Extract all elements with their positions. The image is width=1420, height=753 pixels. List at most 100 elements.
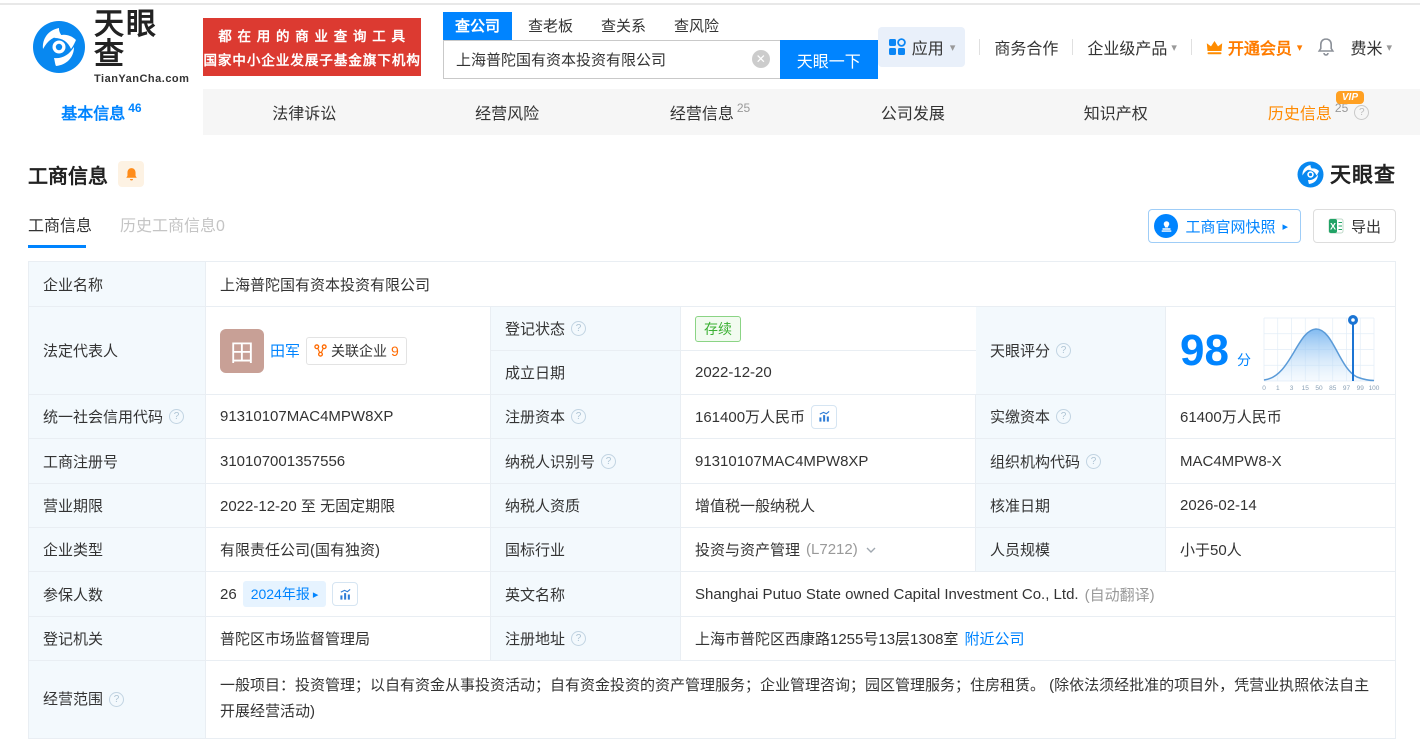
notifications-button[interactable] <box>1316 37 1336 57</box>
crown-icon <box>1206 40 1223 54</box>
establish-date-value: 2022-12-20 <box>681 351 976 395</box>
legal-rep-link[interactable]: 田军 <box>270 340 300 361</box>
chevron-down-icon: ▾ <box>1386 41 1392 54</box>
help-icon[interactable]: ? <box>109 691 125 707</box>
score-value: 98 <box>1180 325 1229 375</box>
site-header: 天眼查 TianYanCha.com 都 在 用 的 商 业 查 询 工 具 国… <box>0 5 1420 89</box>
paid-capital-value: 61400万人民币 <box>1166 395 1395 439</box>
help-icon[interactable]: ? <box>571 631 587 646</box>
apps-menu-button[interactable]: 应用 ▾ <box>877 27 966 67</box>
chevron-down-icon: ▾ <box>949 41 956 54</box>
credit-code-label: 统一社会信用代码? <box>29 395 206 439</box>
help-icon[interactable]: ? <box>169 409 185 424</box>
search-tab-company[interactable]: 查公司 <box>442 12 512 40</box>
search-button[interactable]: 天眼一下 <box>779 40 878 79</box>
help-icon[interactable]: ? <box>1056 409 1072 424</box>
legal-rep-cell: 田 田军 关联企业 9 <box>206 307 491 395</box>
business-term-value: 2022-12-20 至 无固定期限 <box>206 484 491 528</box>
divider <box>1072 39 1074 55</box>
related-companies-badge[interactable]: 关联企业 9 <box>306 336 407 365</box>
reg-number-label: 工商注册号 <box>29 439 206 484</box>
search-tab-boss[interactable]: 查老板 <box>516 12 585 40</box>
tab-business-info[interactable]: 经营信息 25 <box>609 89 812 135</box>
reg-capital-label: 注册资本? <box>491 395 681 439</box>
company-type-label: 企业类型 <box>29 528 206 572</box>
credit-code-value: 91310107MAC4MPW8XP <box>206 395 491 439</box>
bell-icon <box>125 167 137 180</box>
tab-history-info[interactable]: VIP 历史信息 25 ? <box>1217 89 1420 135</box>
business-term-label: 营业期限 <box>29 484 206 528</box>
subtab-business-info[interactable]: 工商信息 <box>28 212 92 248</box>
open-vip-button[interactable]: 开通会员 ▾ <box>1206 35 1302 59</box>
svg-text:15: 15 <box>1302 385 1310 392</box>
nearby-companies-link[interactable]: 附近公司 <box>964 628 1024 649</box>
legal-rep-label: 法定代表人 <box>29 307 206 395</box>
insured-chart-button[interactable] <box>332 582 359 606</box>
tab-basic-info[interactable]: 基本信息 46 <box>0 89 203 135</box>
english-name-label: 英文名称 <box>491 572 681 617</box>
auto-translate-note: (自动翻译) <box>1084 586 1155 604</box>
score-cell: 98 分 0 1 3 15 50 85 97 99 100 <box>1166 307 1395 395</box>
insured-count-value: 26 2024年报 ▸ <box>206 572 491 617</box>
staff-size-label: 人员规模 <box>976 528 1166 572</box>
svg-text:50: 50 <box>1315 385 1323 392</box>
business-scope-label: 经营范围? <box>29 661 206 739</box>
business-info-table: 企业名称 上海普陀国有资本投资有限公司 法定代表人 田 田军 关联企业 9 登记… <box>28 261 1396 739</box>
taxpayer-quality-value: 增值税一般纳税人 <box>681 484 976 528</box>
reg-number-value: 310107001357556 <box>206 439 491 484</box>
svg-text:85: 85 <box>1329 385 1337 392</box>
official-snapshot-button[interactable]: 工商官网快照 ▸ <box>1148 209 1301 243</box>
svg-text:97: 97 <box>1343 385 1351 392</box>
vip-badge: VIP <box>1335 91 1365 104</box>
taxpayer-id-label: 纳税人识别号? <box>491 439 681 484</box>
enterprise-products-menu[interactable]: 企业级产品 ▾ <box>1087 35 1177 59</box>
chevron-down-icon: ▾ <box>1171 41 1177 54</box>
user-account-menu[interactable]: 费米 ▾ <box>1350 35 1392 59</box>
search-tab-risk[interactable]: 查风险 <box>662 12 731 40</box>
help-icon[interactable]: ? <box>1354 104 1370 120</box>
promo-banner-line1: 都 在 用 的 商 业 查 询 工 具 <box>218 29 407 44</box>
apps-label: 应用 <box>911 41 944 58</box>
tianyancha-logo-icon <box>1297 161 1324 187</box>
reg-authority-label: 登记机关 <box>29 617 206 661</box>
subtab-history-business-info[interactable]: 历史工商信息0 <box>120 212 225 248</box>
business-cooperation-link[interactable]: 商务合作 <box>994 35 1058 59</box>
stamp-icon <box>1154 214 1179 238</box>
help-icon[interactable]: ? <box>571 409 587 424</box>
tianyancha-logo-icon <box>33 21 85 73</box>
tianyancha-watermark: 天眼查 <box>1297 159 1396 189</box>
search-tab-relation[interactable]: 查关系 <box>589 12 658 40</box>
tianyancha-logo[interactable]: 天眼查 TianYanCha.com <box>32 9 189 85</box>
company-name-value: 上海普陀国有资本投资有限公司 <box>206 262 1395 307</box>
chevron-right-icon: ▸ <box>1282 220 1288 233</box>
close-icon[interactable]: ✕ <box>751 50 770 68</box>
industry-value[interactable]: 投资与资产管理 (L7212) <box>681 528 976 572</box>
search-input[interactable] <box>442 40 780 79</box>
tab-intellectual-property[interactable]: 知识产权 <box>1014 89 1217 135</box>
help-icon[interactable]: ? <box>1056 343 1072 358</box>
help-icon[interactable]: ? <box>1086 453 1102 469</box>
reg-status-label: 登记状态? <box>491 307 681 351</box>
tab-operating-risk[interactable]: 经营风险 <box>406 89 609 135</box>
reg-address-value: 上海市普陀区西康路1255号13层1308室 附近公司 <box>681 617 1395 661</box>
annual-report-badge[interactable]: 2024年报 ▸ <box>242 581 327 607</box>
svg-text:1: 1 <box>1276 385 1280 392</box>
legal-rep-avatar[interactable]: 田 <box>220 328 264 373</box>
industry-label: 国标行业 <box>491 528 681 572</box>
score-unit: 分 <box>1236 351 1251 368</box>
monitor-bell-button[interactable] <box>118 161 144 187</box>
promo-banner: 都 在 用 的 商 业 查 询 工 具 国家中小企业发展子基金旗下机构 <box>203 18 421 76</box>
tab-company-development[interactable]: 公司发展 <box>811 89 1014 135</box>
export-button[interactable]: X 导出 <box>1312 209 1396 243</box>
chevron-down-icon[interactable] <box>866 547 876 553</box>
svg-text:99: 99 <box>1357 385 1365 392</box>
svg-text:X: X <box>1330 222 1336 232</box>
tab-legal-proceedings[interactable]: 法律诉讼 <box>203 89 406 135</box>
capital-chart-button[interactable] <box>811 404 838 429</box>
business-scope-value: 一般项目：投资管理；以自有资金从事投资活动；自有资金投资的资产管理服务；企业管理… <box>206 661 1395 739</box>
staff-size-value: 小于50人 <box>1166 528 1395 572</box>
chevron-right-icon: ▸ <box>312 588 319 601</box>
help-icon[interactable]: ? <box>571 321 587 336</box>
help-icon[interactable]: ? <box>601 453 617 469</box>
svg-text:0: 0 <box>1262 385 1266 392</box>
